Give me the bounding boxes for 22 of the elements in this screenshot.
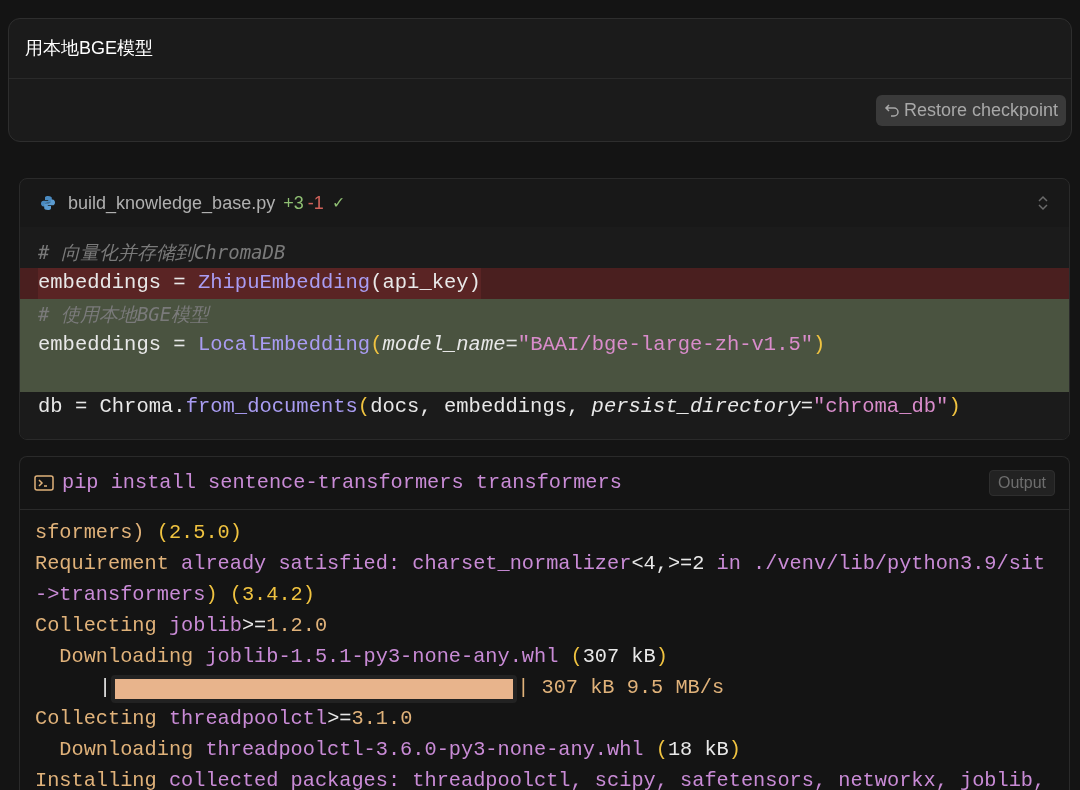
restore-checkpoint-button[interactable]: Restore checkpoint bbox=[875, 94, 1066, 126]
progress-reading: | 307 kB 9.5 MB/s bbox=[517, 675, 725, 702]
output-line: Downloading joblib-1.5.1-py3-none-any.whl (307 kB) bbox=[58, 644, 668, 671]
output-button[interactable]: Output bbox=[988, 470, 1055, 496]
output-line: Downloading threadpoolctl-3.6.0-py3-none-any.whl (18 kB) bbox=[58, 737, 741, 764]
output-line: sformers) (2.5.0) bbox=[35, 520, 242, 547]
output-line: Collecting threadpoolctl>=3.1.0 bbox=[35, 706, 413, 733]
output-line: Collecting joblib>=1.2.0 bbox=[35, 613, 328, 640]
file-name: build_knowledge_base.py bbox=[68, 191, 276, 216]
python-icon bbox=[40, 195, 56, 211]
added-count: +3 bbox=[283, 191, 304, 215]
output-line: Installing collected packages: threadpoolctl, scipy, safetensors, networkx, joblib, bbox=[35, 768, 1046, 790]
output-line: ->transformers) (3.4.2) bbox=[35, 582, 315, 609]
removed-count: -1 bbox=[307, 191, 324, 215]
message-text: 用本地BGE模型 bbox=[25, 37, 153, 60]
output-line: Requirement already satisfied: charset_normalizer<4,>=2 in ./venv/lib/python3.9/sit bbox=[35, 551, 1046, 578]
terminal-icon bbox=[34, 475, 54, 491]
undo-icon bbox=[883, 102, 900, 118]
terminal-command: pip install sentence-transformers transformers bbox=[62, 469, 622, 496]
expand-collapse-icon[interactable] bbox=[1037, 195, 1049, 211]
check-mark: ✓ bbox=[331, 193, 345, 213]
progress-edge: | bbox=[98, 675, 112, 702]
